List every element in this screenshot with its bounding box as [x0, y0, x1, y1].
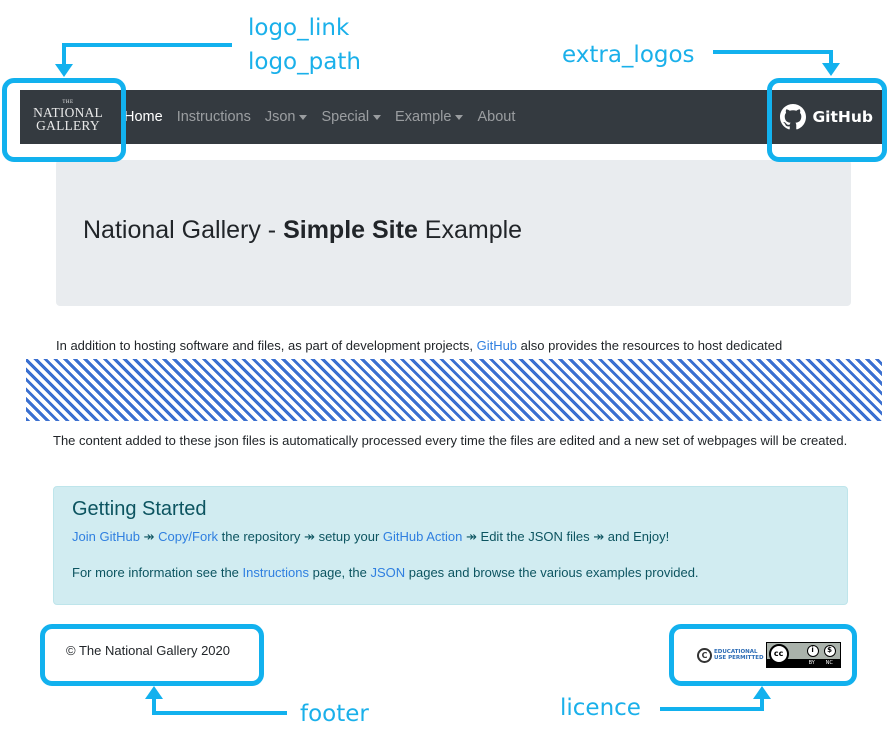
caret-down-icon: [299, 114, 308, 120]
caret-down-icon: [455, 114, 464, 120]
github-action-link[interactable]: GitHub Action: [383, 529, 463, 544]
copy-fork-link[interactable]: Copy/Fork: [158, 529, 218, 544]
annotation-extra-logos-arrow: [822, 63, 840, 76]
nav-dropdown-example[interactable]: Example: [395, 109, 464, 125]
step5-text: and Enjoy!: [604, 529, 670, 544]
info-text-before: For more information see the: [72, 565, 243, 580]
annotation-logo-path: logo_path: [248, 49, 361, 75]
getting-started-title: Getting Started: [72, 498, 207, 520]
annotation-extra-logos: extra_logos: [562, 42, 695, 68]
step4-text: Edit the JSON files: [476, 529, 594, 544]
annotation-footer-connector: [152, 711, 287, 715]
nav-dropdown-example-label: Example: [395, 109, 452, 125]
cc-nc-label: NC: [825, 660, 833, 666]
annotation-logo-connector: [62, 43, 232, 47]
creative-commons-icon: cc: [768, 644, 789, 664]
copyright-circle-icon: C: [697, 647, 712, 663]
noncommercial-icon: $: [823, 645, 836, 657]
nav-link-instructions[interactable]: Instructions: [177, 109, 251, 125]
nav-link-about[interactable]: About: [477, 109, 515, 125]
instructions-link[interactable]: Instructions: [243, 565, 309, 580]
annotation-licence: licence: [560, 695, 641, 721]
arrow-separator-icon: ↠: [304, 529, 315, 544]
getting-started-alert: Getting Started Join GitHub ↠ Copy/Fork …: [53, 486, 848, 605]
intro-text-before: In addition to hosting software and file…: [56, 338, 477, 353]
annotation-logo-link: logo_link: [248, 15, 350, 41]
arrow-separator-icon: ↠: [593, 529, 605, 544]
nav-link-home[interactable]: Home: [124, 109, 163, 125]
educational-use-badge: C EDUCATIONAL USE PERMITTED: [697, 646, 764, 664]
navbar: THE NATIONAL GALLERY Home Instructions J…: [20, 90, 887, 144]
getting-started-info: For more information see the Instruction…: [72, 565, 699, 580]
licence-badges-link[interactable]: C EDUCATIONAL USE PERMITTED cc i $ BY NC: [697, 641, 841, 669]
edu-line2: USE PERMITTED: [714, 655, 764, 661]
brand-logo-link[interactable]: THE NATIONAL GALLERY: [32, 100, 104, 134]
annotation-licence-connector: [660, 707, 764, 711]
nav-link-about-label: About: [477, 109, 516, 125]
info-text-after: pages and browse the various examples pr…: [405, 565, 699, 580]
page-title-suffix: Example: [417, 216, 523, 244]
processing-paragraph: The content added to these json files is…: [53, 433, 848, 448]
page-title-prefix: National Gallery -: [83, 216, 284, 244]
nav-link-instructions-label: Instructions: [176, 109, 251, 125]
intro-text-after: also provides the resources to host dedi…: [517, 338, 783, 353]
nav-links: Home Instructions Json Special Example A…: [124, 90, 529, 144]
attribution-person-icon: i: [806, 645, 819, 657]
educational-use-text: EDUCATIONAL USE PERMITTED: [714, 649, 764, 661]
arrow-separator-icon: ↠: [466, 529, 477, 544]
page-title: National Gallery - Simple Site Example: [83, 215, 522, 245]
annotation-extra-logos-connector: [713, 50, 833, 54]
caret-down-icon: [373, 114, 382, 120]
github-logo-link[interactable]: GitHub: [780, 90, 873, 144]
github-octocat-icon: [780, 104, 807, 130]
annotation-logo-connector-vertical: [62, 43, 66, 66]
info-text-middle: page, the: [309, 565, 371, 580]
intro-paragraph: In addition to hosting software and file…: [56, 335, 782, 356]
jumbotron: National Gallery - Simple Site Example: [56, 160, 851, 306]
nav-dropdown-special-label: Special: [321, 109, 370, 125]
nav-link-home-label: Home: [124, 109, 163, 125]
github-logo-label: GitHub: [812, 108, 873, 126]
page-title-bold: Simple Site: [283, 216, 418, 244]
nav-dropdown-json[interactable]: Json: [265, 109, 308, 125]
annotation-logo-arrow: [55, 64, 73, 77]
step3-text: setup your: [314, 529, 383, 544]
json-link[interactable]: JSON: [370, 565, 405, 580]
github-link[interactable]: GitHub: [477, 338, 517, 353]
footer-copyright: © The National Gallery 2020: [66, 643, 230, 658]
redacted-hatched-region: [26, 359, 882, 421]
cc-by-nc-badge: cc i $ BY NC: [765, 642, 841, 668]
cc-by-label: BY: [808, 660, 815, 666]
getting-started-steps: Join GitHub ↠ Copy/Fork the repository ↠…: [72, 529, 669, 545]
join-github-link[interactable]: Join GitHub: [72, 529, 140, 544]
nav-dropdown-json-label: Json: [264, 109, 296, 125]
arrow-separator-icon: ↠: [143, 529, 155, 544]
step2-text: the repository: [218, 529, 305, 544]
nav-dropdown-special[interactable]: Special: [321, 109, 382, 125]
brand-logo-line2: GALLERY: [36, 118, 100, 133]
annotation-footer: footer: [300, 701, 369, 727]
